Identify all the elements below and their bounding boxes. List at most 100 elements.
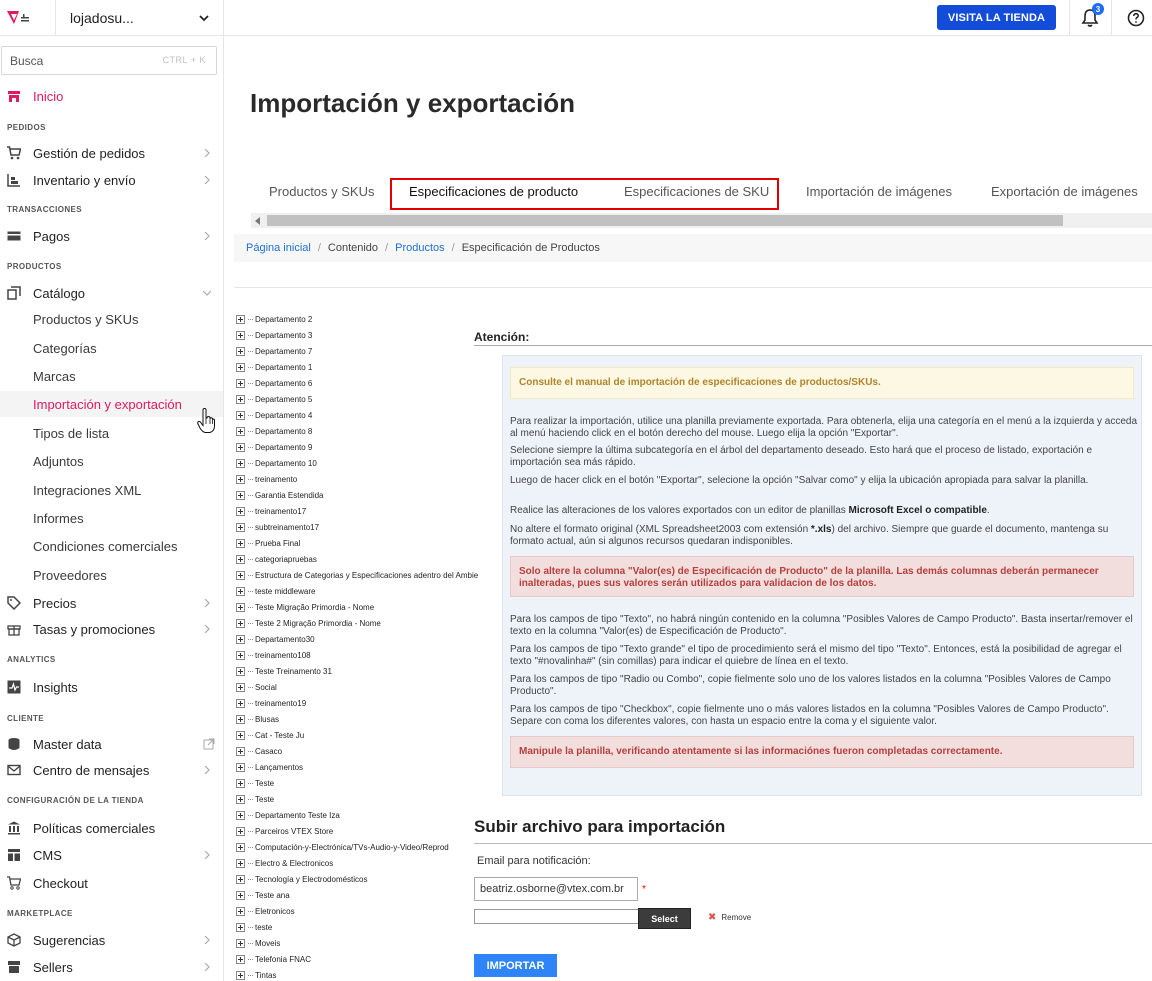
expand-icon[interactable]: [236, 346, 245, 356]
tree-item[interactable]: Blusas: [236, 713, 279, 725]
expand-icon[interactable]: [236, 538, 245, 548]
expand-icon[interactable]: [236, 810, 245, 820]
expand-icon[interactable]: [236, 490, 245, 500]
tree-item[interactable]: Departamento 2: [236, 313, 312, 325]
tree-item[interactable]: Departamento 1: [236, 361, 312, 373]
tree-item[interactable]: Eletronicos: [236, 905, 295, 917]
expand-icon[interactable]: [236, 954, 245, 964]
tree-item[interactable]: Lançamentos: [236, 761, 303, 773]
account-selector[interactable]: lojadosu...: [55, 0, 224, 36]
import-button[interactable]: IMPORTAR: [474, 954, 557, 977]
expand-icon[interactable]: [236, 410, 245, 420]
remove-file-button[interactable]: ✖ Remove: [708, 912, 751, 923]
sidebar-subitem-suppliers[interactable]: Proveedores: [33, 568, 107, 583]
sidebar-subitem-commercial-conditions[interactable]: Condiciones comerciales: [33, 539, 178, 554]
sidebar-item-promotions[interactable]: Tasas y promociones: [0, 617, 223, 641]
expand-icon[interactable]: [236, 698, 245, 708]
expand-icon[interactable]: [236, 682, 245, 692]
breadcrumb-products[interactable]: Productos: [395, 242, 445, 254]
tree-item[interactable]: treinamento17: [236, 505, 306, 517]
tree-item[interactable]: Cat - Teste Ju: [236, 729, 304, 741]
tree-item[interactable]: Electro & Electronicos: [236, 857, 333, 869]
expand-icon[interactable]: [236, 842, 245, 852]
expand-icon[interactable]: [236, 330, 245, 340]
tree-item[interactable]: Departamento 7: [236, 345, 312, 357]
expand-icon[interactable]: [236, 426, 245, 436]
tree-item[interactable]: Teste Migração Primordia - Nome: [236, 601, 374, 613]
tab-image-import[interactable]: Importación de imágenes: [806, 184, 952, 199]
expand-icon[interactable]: [236, 794, 245, 804]
expand-icon[interactable]: [236, 874, 245, 884]
sidebar-item-prices[interactable]: Precios: [0, 591, 223, 615]
sidebar-item-checkout[interactable]: Checkout: [0, 871, 223, 895]
tree-item[interactable]: treinamento: [236, 473, 297, 485]
tree-item[interactable]: Departamento 9: [236, 441, 312, 453]
breadcrumb-home[interactable]: Página inicial: [246, 242, 311, 254]
tree-item[interactable]: Departamento 5: [236, 393, 312, 405]
tree-item[interactable]: Casaco: [236, 745, 282, 757]
tree-item[interactable]: Prueba Final: [236, 537, 300, 549]
tab-image-export[interactable]: Exportación de imágenes: [991, 184, 1138, 199]
expand-icon[interactable]: [236, 922, 245, 932]
expand-icon[interactable]: [236, 666, 245, 676]
tree-item[interactable]: teste: [236, 921, 272, 933]
expand-icon[interactable]: [236, 826, 245, 836]
expand-icon[interactable]: [236, 602, 245, 612]
expand-icon[interactable]: [236, 506, 245, 516]
tree-item[interactable]: Departamento30: [236, 633, 315, 645]
sidebar-item-commercial-policies[interactable]: Políticas comerciales: [0, 816, 223, 840]
tree-item[interactable]: Departamento 3: [236, 329, 312, 341]
tree-item[interactable]: treinamento19: [236, 697, 306, 709]
sidebar-item-payments[interactable]: Pagos: [0, 224, 223, 248]
tree-item[interactable]: Departamento 4: [236, 409, 312, 421]
tree-item[interactable]: treinamento108: [236, 649, 311, 661]
tree-item[interactable]: Teste 2 Migração Primordia - Nome: [236, 617, 381, 629]
manual-note[interactable]: Consulte el manual de importación de esp…: [510, 367, 1134, 399]
search-input[interactable]: Busca CTRL + K: [1, 46, 217, 75]
expand-icon[interactable]: [236, 778, 245, 788]
sidebar-subitem-brands[interactable]: Marcas: [33, 369, 76, 384]
expand-icon[interactable]: [236, 858, 245, 868]
tree-item[interactable]: Parceiros VTEX Store: [236, 825, 333, 837]
sidebar-item-catalog[interactable]: Catálogo: [0, 281, 223, 305]
expand-icon[interactable]: [236, 554, 245, 564]
tree-item[interactable]: Teste ana: [236, 889, 290, 901]
sidebar-item-sellers[interactable]: Sellers: [0, 955, 223, 979]
expand-icon[interactable]: [236, 586, 245, 596]
expand-icon[interactable]: [236, 394, 245, 404]
expand-icon[interactable]: [236, 890, 245, 900]
sidebar-item-home[interactable]: Inicio: [0, 84, 223, 108]
tree-item[interactable]: Tecnología y Electrodomésticos: [236, 873, 368, 885]
sidebar-item-master-data[interactable]: Master data: [0, 732, 223, 756]
sidebar-subitem-products-skus[interactable]: Productos y SKUs: [33, 312, 139, 327]
expand-icon[interactable]: [236, 458, 245, 468]
tree-item[interactable]: Moveis: [236, 937, 280, 949]
sidebar-item-messages[interactable]: Centro de mensajes: [0, 758, 223, 782]
expand-icon[interactable]: [236, 362, 245, 372]
expand-icon[interactable]: [236, 714, 245, 724]
tree-item[interactable]: Estructura de Categorias y Especificacio…: [236, 569, 478, 581]
expand-icon[interactable]: [236, 442, 245, 452]
tree-item[interactable]: Telefonia FNAC: [236, 953, 311, 965]
expand-icon[interactable]: [236, 314, 245, 324]
tree-item[interactable]: Garantia Estendida: [236, 489, 324, 501]
visit-store-button[interactable]: VISITA LA TIENDA: [937, 5, 1056, 30]
tree-item[interactable]: Teste: [236, 777, 274, 789]
expand-icon[interactable]: [236, 906, 245, 916]
expand-icon[interactable]: [236, 730, 245, 740]
tree-item[interactable]: Computación-y-Electrónica/TVs-Audio-y-Vi…: [236, 841, 449, 853]
sidebar-subitem-list-types[interactable]: Tipos de lista: [33, 426, 109, 441]
email-field[interactable]: [474, 877, 638, 901]
tree-item[interactable]: Teste Treinamento 31: [236, 665, 332, 677]
tree-item[interactable]: subtreinamento17: [236, 521, 319, 533]
sidebar-item-inventory[interactable]: Inventario y envío: [0, 168, 223, 192]
expand-icon[interactable]: [236, 650, 245, 660]
sidebar-item-insights[interactable]: Insights: [0, 675, 223, 699]
expand-icon[interactable]: [236, 746, 245, 756]
expand-icon[interactable]: [236, 618, 245, 628]
sidebar-subitem-xml-integrations[interactable]: Integraciones XML: [33, 483, 141, 498]
tree-item[interactable]: teste middleware: [236, 585, 315, 597]
tree-item[interactable]: categoriapruebas: [236, 553, 317, 565]
expand-icon[interactable]: [236, 378, 245, 388]
tree-item[interactable]: Teste: [236, 793, 274, 805]
